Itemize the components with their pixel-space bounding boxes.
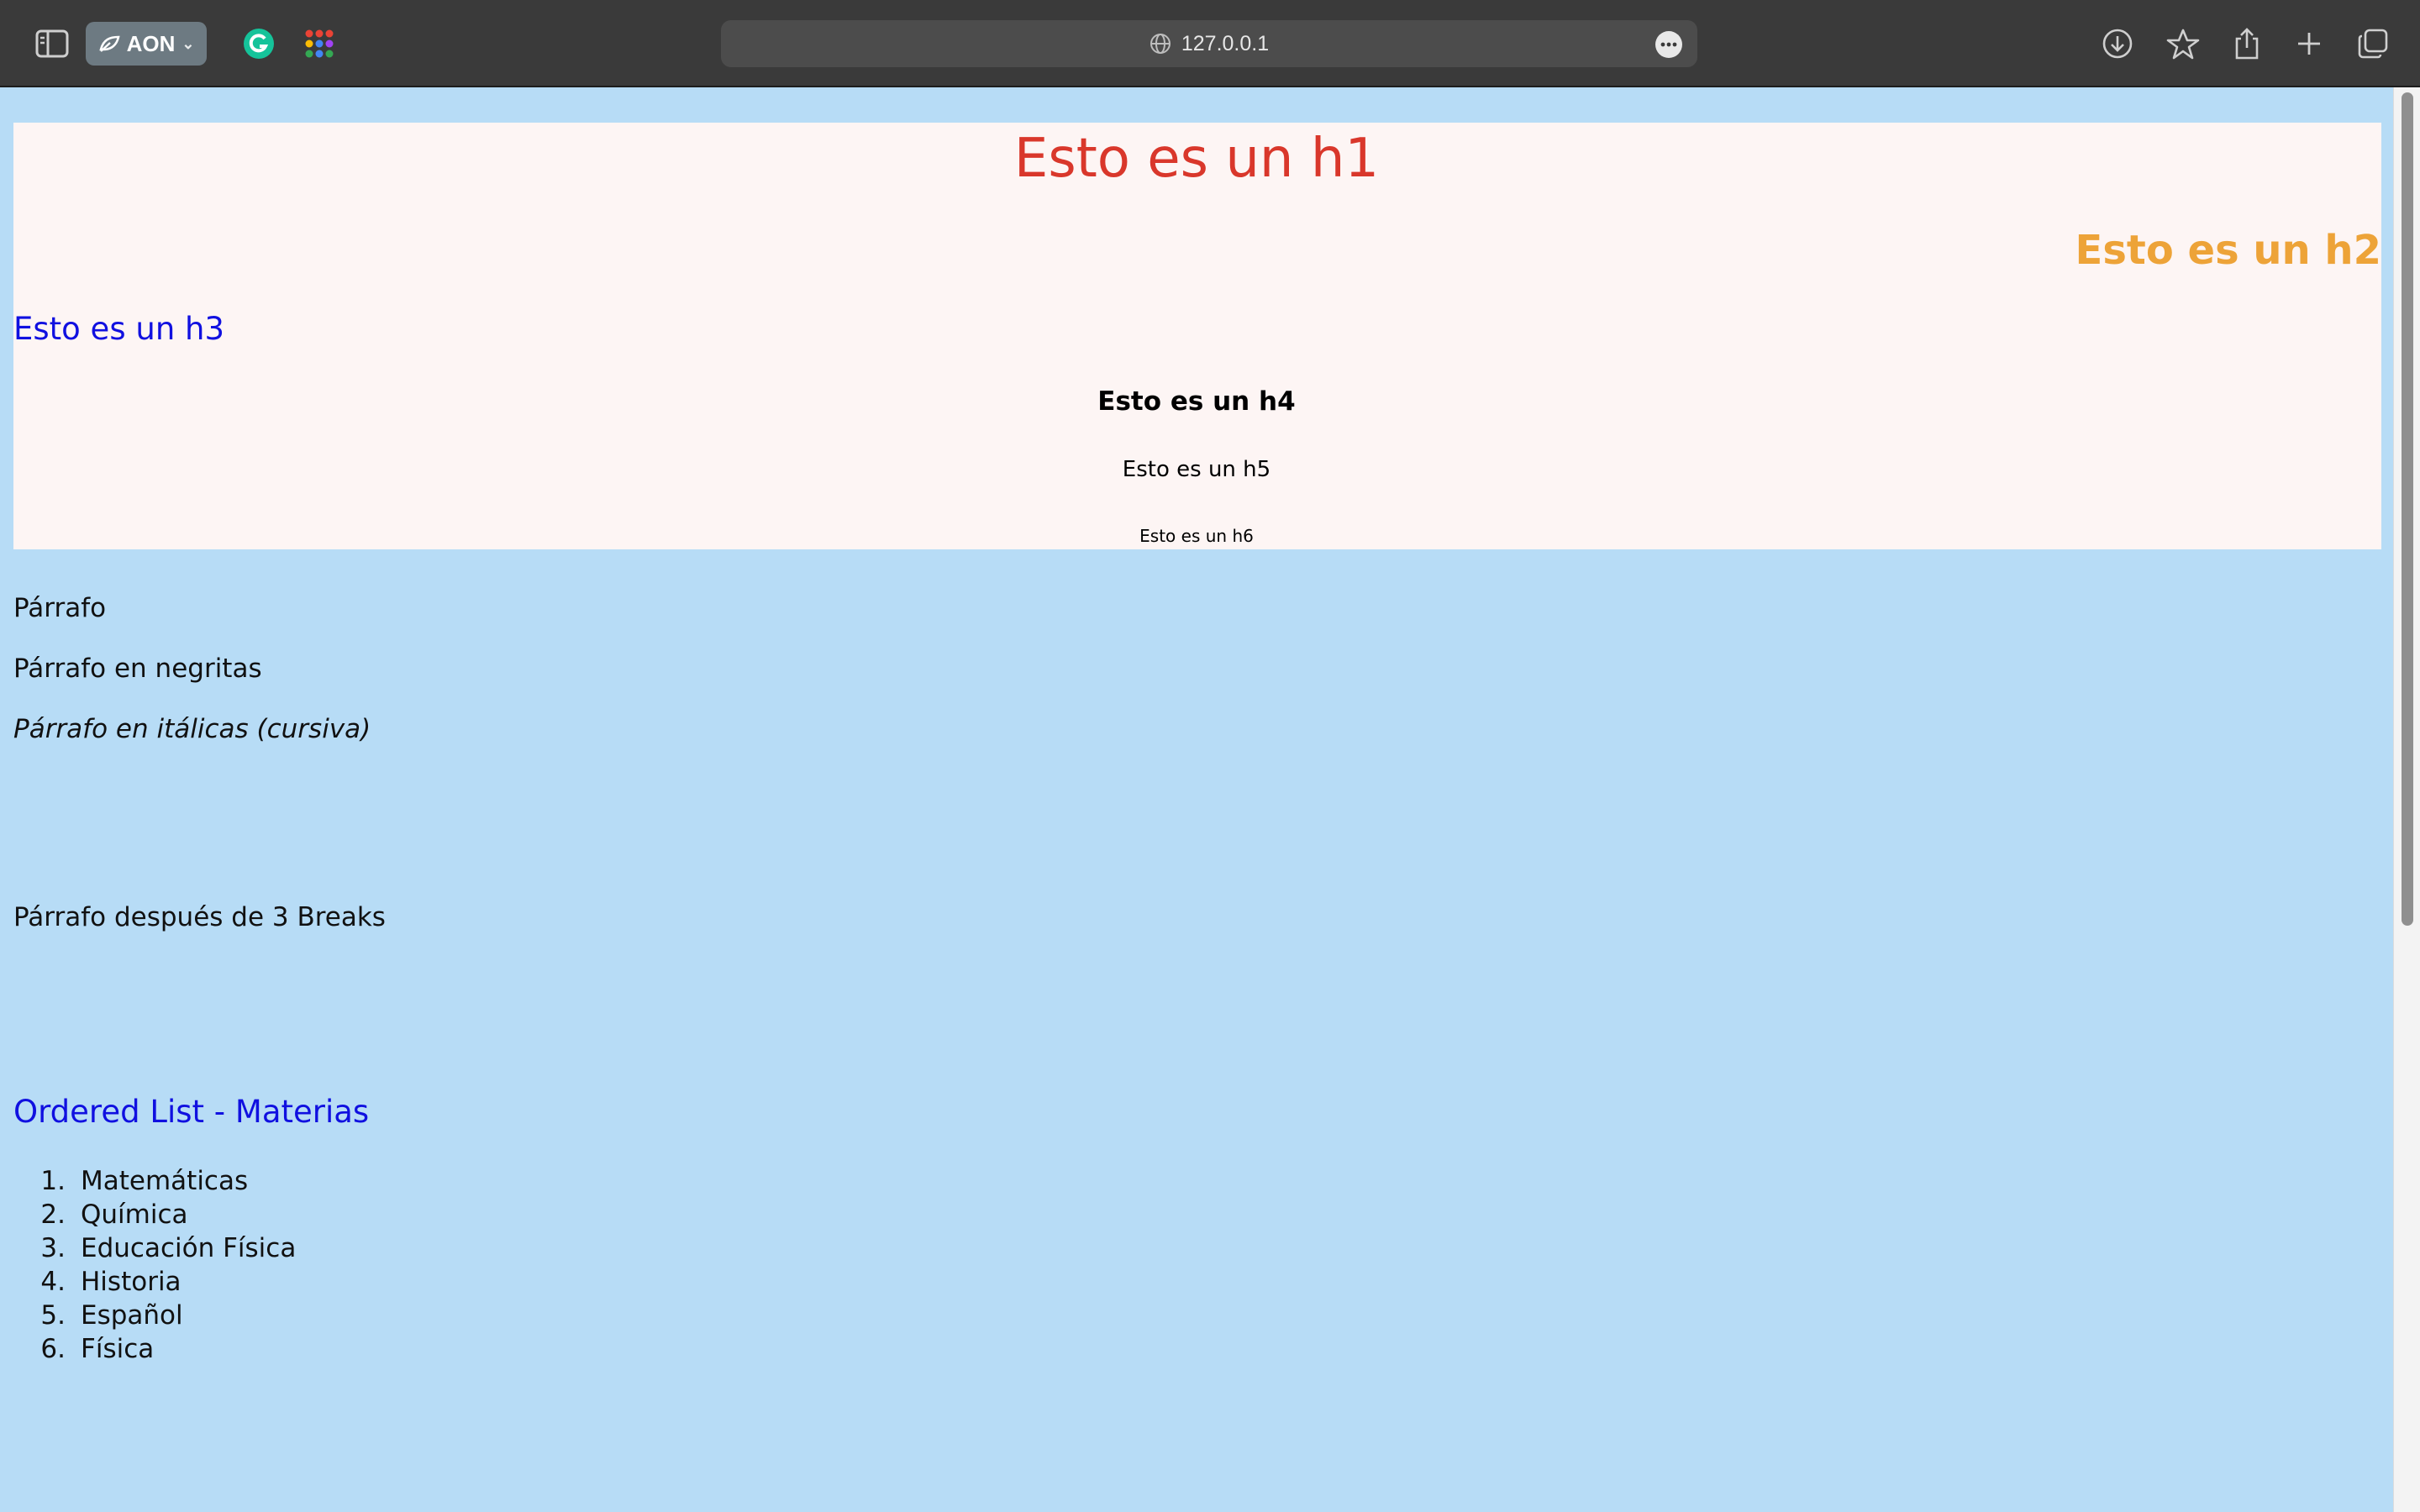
list-item: 5. Español [40,1300,183,1331]
paragraph-after-breaks: Párrafo después de 3 Breaks [13,902,386,932]
paragraph: Párrafo [13,593,107,623]
ordered-list-title: Ordered List - Materias [13,1094,370,1130]
paragraph-italic: Párrafo en itálicas (cursiva) [13,714,371,744]
paragraph-bold: Párrafo en negritas [13,654,262,684]
profile-button[interactable]: AON ⌄ [86,22,207,66]
bookmark-star-icon[interactable] [2163,24,2203,64]
list-item: 3. Educación Física [40,1233,297,1263]
globe-icon [1150,34,1171,54]
heading-h5: Esto es un h5 [1122,457,1271,482]
heading-h2: Esto es un h2 [2075,227,2381,274]
address-text: 127.0.0.1 [1181,31,1270,55]
web-page: Esto es un h1 Esto es un h2 Esto es un h… [0,87,2393,1512]
heading-h4: Esto es un h4 [1097,386,1296,417]
grammarly-extension-icon[interactable] [239,24,279,64]
list-item: 6. Física [40,1334,155,1364]
heading-h3: Esto es un h3 [13,311,225,347]
scrollbar-thumb[interactable] [2402,92,2413,926]
chevron-down-icon: ⌄ [182,34,195,52]
ordered-list: 1. Matemáticas 2. Química 3. Educación Físi… [13,1164,296,1366]
sidebar-toggle-icon[interactable] [32,24,72,64]
address-bar[interactable]: 127.0.0.1 [721,20,1697,67]
apps-grid-icon[interactable] [299,24,339,64]
heading-h1: Esto es un h1 [1013,128,1380,190]
download-icon[interactable] [2097,24,2138,64]
more-options-icon[interactable] [1655,31,1682,58]
browser-toolbar: AON ⌄ 127.0.0.1 [0,0,2420,87]
list-item: 4. Historia [40,1267,182,1297]
tab-overview-icon[interactable] [2353,24,2393,64]
leaf-icon [98,35,120,52]
vertical-scrollbar[interactable] [2393,87,2420,1512]
share-icon[interactable] [2227,24,2267,64]
list-item: 2. Química [40,1200,188,1230]
profile-label: AON [126,30,176,56]
new-tab-plus-icon[interactable] [2289,24,2329,64]
list-item: 1. Matemáticas [40,1166,249,1196]
heading-h6: Esto es un h6 [1139,526,1254,546]
